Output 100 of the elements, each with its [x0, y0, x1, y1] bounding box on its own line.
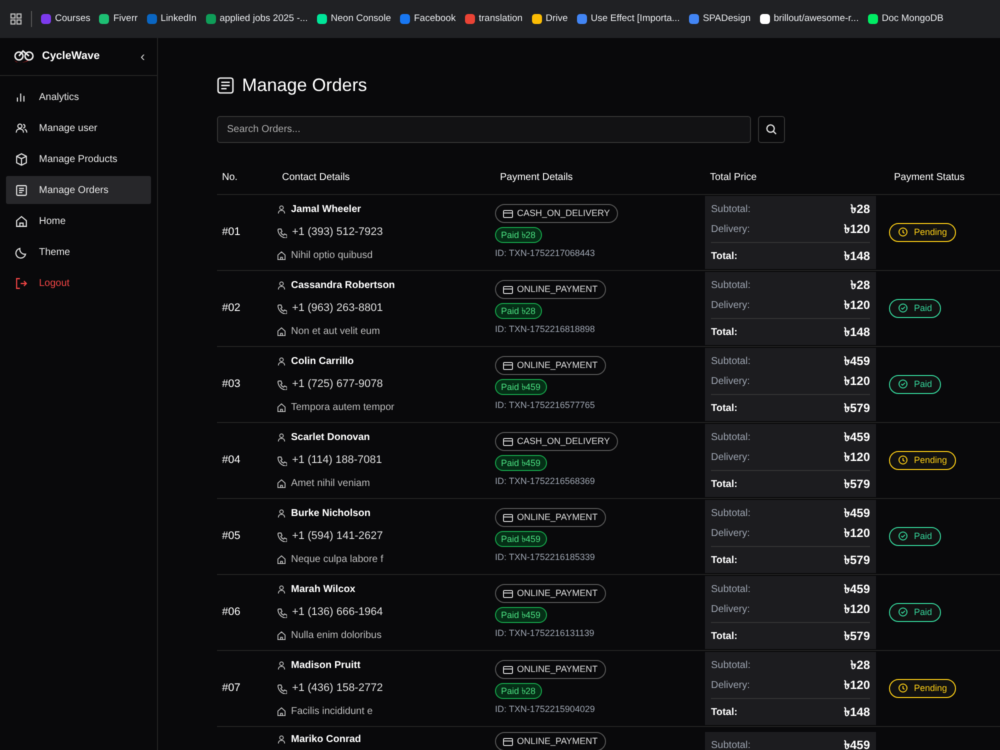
price-value: ৳28 [850, 657, 870, 674]
total-label: Total: [711, 630, 738, 644]
clock-icon [898, 227, 908, 238]
phone-icon [277, 304, 287, 314]
bookmark-link[interactable]: applied jobs 2025 -... [206, 12, 308, 26]
bookmark-link[interactable]: Facebook [400, 12, 456, 26]
paid-amount-badge: Paid ৳28 [495, 683, 542, 700]
bookmark-link[interactable]: brillout/awesome-r... [760, 12, 859, 26]
bookmark-link[interactable]: translation [464, 12, 523, 26]
products-icon [15, 152, 28, 166]
customer-name: Jamal Wheeler [291, 203, 362, 218]
price-value: ৳120 [844, 373, 870, 390]
users-icon [15, 122, 28, 134]
bookmark-link[interactable]: Courses [41, 12, 90, 26]
payment-method-badge: ONLINE_PAYMENT [495, 732, 606, 750]
phone-icon [277, 608, 287, 618]
phone-number: +1 (393) 512-7923 [292, 225, 383, 240]
sidebar-item[interactable]: Analytics [6, 83, 151, 111]
price-label: Subtotal: [711, 738, 750, 750]
customer-name: Cassandra Robertson [291, 279, 395, 294]
price-label: Subtotal: [711, 354, 750, 368]
total-label: Total: [711, 478, 738, 492]
bookmark-link[interactable]: Use Effect [Importa... [576, 12, 680, 26]
total-label: Total: [711, 706, 738, 720]
address-text: Neque culpa labore f [291, 552, 384, 567]
card-icon [503, 590, 513, 598]
phone-icon [277, 684, 287, 694]
price-value: ৳579 [844, 628, 870, 645]
home-icon [277, 250, 286, 260]
bookmark-link[interactable]: LinkedIn [146, 12, 197, 26]
price-value: ৳148 [844, 248, 870, 265]
sidebar-item[interactable]: Theme [6, 238, 151, 266]
phone-icon [277, 228, 287, 238]
bookmark-link[interactable]: SPADesign [688, 12, 751, 26]
person-icon [277, 585, 286, 594]
bookmark-link[interactable]: Neon Console [316, 12, 391, 26]
phone-number: +1 (963) 263-8801 [292, 301, 383, 316]
paid-amount-badge: Paid ৳459 [495, 607, 547, 624]
phone-number: +1 (594) 141-2627 [292, 529, 383, 544]
brand-name: CycleWave [42, 49, 100, 64]
sidebar-item[interactable]: Manage Orders [6, 176, 151, 204]
search-field[interactable]: Search Orders... [217, 116, 751, 143]
sidebar-item[interactable]: Logout [6, 269, 151, 297]
home-icon [277, 402, 286, 412]
transaction-id: ID: TXN-1752215904029 [495, 703, 595, 716]
list-icon [217, 77, 234, 94]
paid-amount-badge: Paid ৳28 [495, 227, 542, 244]
status-badge: Paid [889, 298, 942, 318]
check-circle-icon [898, 607, 908, 618]
price-value: ৳120 [844, 449, 870, 466]
order-number: #05 [222, 530, 240, 542]
price-value: ৳459 [844, 429, 870, 446]
address-text: Facilis incididunt e [291, 704, 373, 719]
price-label: Delivery: [711, 298, 750, 312]
phone-number: +1 (114) 188-7081 [292, 453, 382, 468]
person-icon [277, 735, 286, 744]
phone-icon [277, 380, 287, 390]
check-circle-icon [898, 379, 908, 390]
search-button[interactable] [758, 116, 785, 143]
logout-icon [15, 276, 28, 290]
payment-method-badge: CASH_ON_DELIVERY [495, 204, 618, 224]
card-icon [503, 666, 513, 674]
price-value: ৳120 [844, 677, 870, 694]
person-icon [277, 661, 286, 670]
home-icon [277, 326, 286, 336]
order-number: #06 [222, 606, 240, 618]
price-label: Subtotal: [711, 506, 750, 520]
price-value: ৳579 [844, 552, 870, 569]
transaction-id: ID: TXN-1752216577765 [495, 399, 595, 412]
order-number: #07 [222, 682, 240, 694]
customer-name: Burke Nicholson [291, 507, 370, 522]
price-label: Delivery: [711, 602, 750, 616]
payment-method-badge: ONLINE_PAYMENT [495, 356, 606, 376]
price-label: Delivery: [711, 678, 750, 692]
bookmark-link[interactable]: Doc MongoDB [868, 12, 944, 26]
sidebar-item[interactable]: Home [6, 207, 151, 235]
collapse-button[interactable]: ‹ [140, 46, 145, 67]
paid-amount-badge: Paid ৳459 [495, 531, 547, 548]
price-label: Delivery: [711, 450, 750, 464]
column-header: Contact Details [281, 171, 351, 185]
column-header: No. [221, 171, 239, 185]
bookmark-link[interactable]: Fiverr [99, 12, 138, 26]
price-value: ৳459 [844, 505, 870, 522]
page-title: Manage Orders [242, 74, 368, 97]
home-icon [277, 630, 286, 640]
orders-icon [15, 184, 28, 196]
apps-icon[interactable] [10, 13, 22, 25]
price-label: Delivery: [711, 374, 750, 388]
status-badge: Pending [889, 678, 956, 698]
sidebar-item[interactable]: Manage user [6, 114, 151, 142]
home-icon [277, 706, 286, 716]
transaction-id: ID: TXN-1752216131139 [495, 627, 594, 640]
customer-name: Marah Wilcox [291, 583, 356, 598]
sidebar-item[interactable]: Manage Products [6, 145, 151, 173]
card-icon [503, 286, 513, 294]
payment-method-badge: ONLINE_PAYMENT [495, 280, 606, 300]
bookmark-link[interactable]: Drive [532, 12, 568, 26]
total-label: Total: [711, 326, 738, 340]
column-header: Payment Details [499, 171, 574, 185]
price-value: ৳120 [844, 221, 870, 238]
